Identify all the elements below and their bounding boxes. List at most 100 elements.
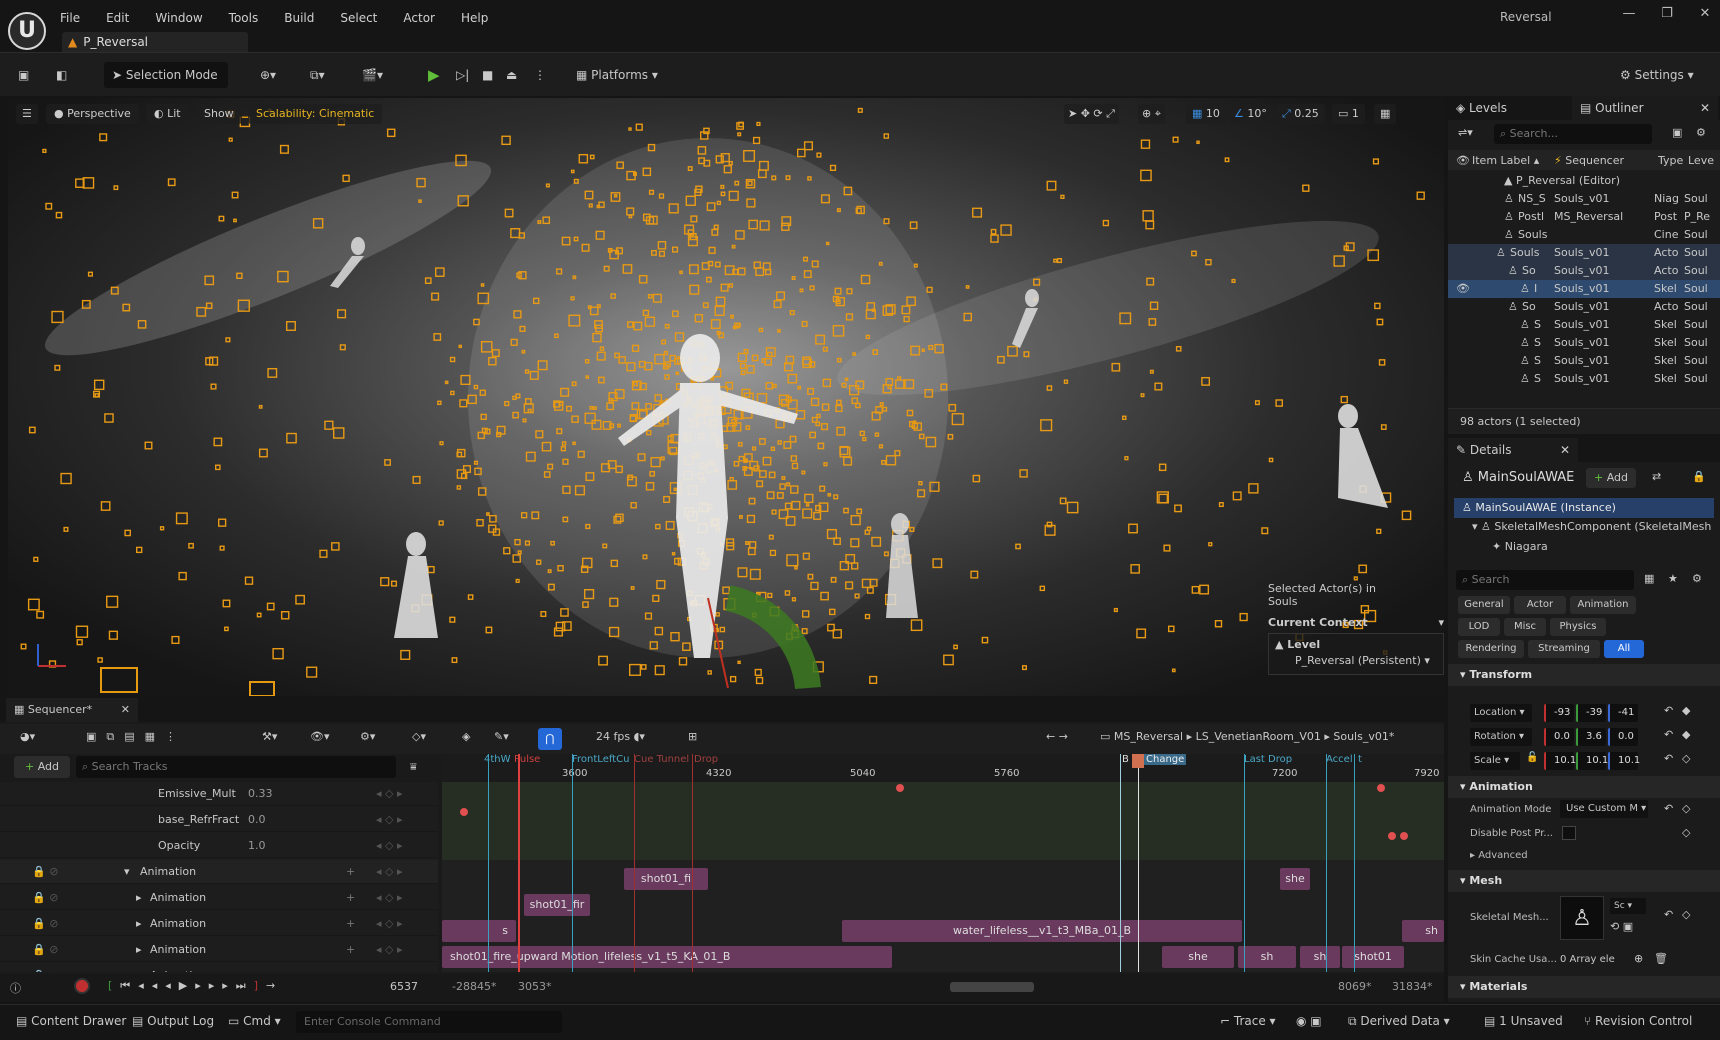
transport-controls[interactable]: [⏮◂◂◂▶▸▸▸⏭]→ [108,979,283,993]
breadcrumb-souls[interactable]: Souls_v01* [1333,730,1394,743]
snap-magnet-icon[interactable]: ⋂ [538,728,562,750]
marker-label[interactable]: FrontLeftCu [572,754,629,765]
marker-label[interactable]: Drop [694,754,718,765]
mesh-thumbnail[interactable]: ♙ [1560,896,1604,940]
track-animation[interactable]: 🔒 ⊘ ▸ Animation + ◂ ◇ ▸ [0,886,438,910]
scalability-warning[interactable]: Scalability: Cinematic [248,104,383,124]
output-log-button[interactable]: ▤ Output Log [132,1014,214,1028]
level-tab[interactable]: ▲ P_Reversal [62,32,248,52]
filter-general[interactable]: General [1458,596,1510,614]
anim-clip[interactable]: s [442,920,516,942]
outliner-settings-icon[interactable]: ⚙ [1696,126,1706,139]
console-input[interactable]: Enter Console Command [296,1011,562,1033]
col-level[interactable]: Leve [1688,154,1714,167]
view-start[interactable]: 3053* [518,980,552,993]
trace-button[interactable]: ⌐ Trace ▾ [1220,1014,1276,1028]
anim-clip[interactable]: shot01 [1342,946,1404,968]
step-icon[interactable]: ▷| [456,62,469,88]
record-icon[interactable]: ◉ ▣ [1296,1014,1322,1028]
lit-button[interactable]: ◐ Lit [146,104,189,124]
scale-dropdown[interactable]: Scale ▾ [1470,752,1520,770]
anim-clip[interactable]: she [1280,868,1310,890]
back-icon[interactable]: ← → [1046,730,1068,743]
lock-icon[interactable]: 🔒 ⊘ [32,964,58,972]
derived-data-button[interactable]: ⧉ Derived Data ▾ [1348,1014,1450,1029]
curve-editor-icon[interactable]: ⊞ [688,730,697,743]
track-animation[interactable]: 🔒 ⊘ ▸ Animation + ◂ ◇ ▸ [0,938,438,962]
world-local-icon[interactable]: ⊕ ⌖ [1138,104,1165,124]
col-type[interactable]: Type [1658,154,1683,167]
close-icon[interactable]: ✕ [1560,438,1570,462]
keyframe[interactable] [460,808,468,816]
anim-clip[interactable]: sh [1300,946,1340,968]
select-tool-icon[interactable]: ➤ ✥ ⟳ ⤢ [1064,104,1119,124]
track-animation-group[interactable]: 🔒 ⊘ ▾ Animation + ◂ ◇ ▸ [0,860,438,884]
advanced-expander[interactable]: ▸ Advanced [1470,850,1528,861]
section-transform[interactable]: ▾ Transform [1448,664,1720,686]
world-icon[interactable]: ◕▾ [20,730,35,743]
menu-tools[interactable]: Tools [229,11,259,25]
tab-sequencer[interactable]: ▦ Sequencer* ✕ [6,698,138,722]
anim-clip[interactable]: she [1162,946,1234,968]
blueprint-convert-icon[interactable]: ⇄ [1652,470,1661,483]
filter-icon[interactable]: ⩸ [410,760,417,774]
add-folder-icon[interactable]: ▣ [1672,126,1682,139]
filter-lod[interactable]: LOD [1458,618,1500,636]
outliner-row[interactable]: 👁 ♙ I Souls_v01 Skel Soul [1448,280,1720,298]
outliner-row[interactable]: ♙ Postl MS_Reversal Post P_Re [1448,208,1720,226]
anim-clip[interactable]: shot01_fire_upward Motion_lifeless_v1_t5… [442,946,892,968]
lock-ratio-icon[interactable]: 🔓 [1526,752,1538,763]
details-settings-icon[interactable]: ⚙ [1692,572,1702,585]
outliner-search-input[interactable]: ⌕ Search... [1494,124,1652,144]
keyframe[interactable] [1388,832,1396,840]
lock-icon[interactable]: 🔒 ⊘ [32,938,58,962]
content-drawer-button[interactable]: ▤ Content Drawer [16,1014,126,1028]
layout-icon[interactable]: ▦ [1374,104,1397,124]
view-options-icon[interactable]: 👁▾ [310,730,330,743]
outliner-root[interactable]: ▲ P_Reversal (Editor) [1448,172,1720,190]
add-element-icon[interactable]: ⊕ [1634,952,1643,965]
anim-clip[interactable]: sh [1402,920,1444,942]
filter-all[interactable]: All [1604,640,1644,658]
add-icon[interactable]: + [346,860,355,884]
keyframe[interactable] [1377,784,1385,792]
menu-build[interactable]: Build [284,11,314,25]
time-ruler[interactable]: 3600 4320 5040 5760 7200 7920 4thW Pulse… [442,754,1444,782]
camera-speed-button[interactable]: ▭ 1 [1332,104,1365,124]
keyframe-icon[interactable]: ◇ [1682,908,1690,921]
add-icon[interactable]: + [346,964,355,972]
range-end[interactable]: 31834* [1392,980,1433,993]
filter-misc[interactable]: Misc [1504,618,1546,636]
edit-icon[interactable]: ✎▾ [494,730,509,743]
sequencer-tools-icon[interactable]: ▣⧉▤▦⋮ [86,730,186,744]
keyframe[interactable] [1400,832,1408,840]
menu-window[interactable]: Window [155,11,202,25]
add-icon[interactable]: + [346,912,355,936]
keyframe-icon[interactable]: ◇ [1682,752,1690,765]
close-window-icon[interactable]: ✕ [1686,6,1720,21]
menu-select[interactable]: Select [340,11,377,25]
playhead-line[interactable] [1138,754,1139,972]
scale-y[interactable]: 10.1 [1576,752,1608,770]
outliner-row[interactable]: ♙ So Souls_v01 Acto Soul [1448,298,1720,316]
record-button[interactable] [74,978,90,994]
component-skeletal-mesh[interactable]: ▾ ♙ SkeletalMeshComponent (SkeletalMesh [1472,520,1711,533]
rotation-z[interactable]: 0.0 [1608,728,1638,746]
component-instance[interactable]: ♙ MainSoulAWAE (Instance) [1454,498,1714,518]
rotation-x[interactable]: 0.0 [1544,728,1574,746]
menu-help[interactable]: Help [461,11,488,25]
outliner-row[interactable]: ♙ Souls Cine Soul [1448,226,1720,244]
add-actor-icon[interactable]: ⊕▾ [260,62,276,88]
table-view-icon[interactable]: ▦ [1644,572,1654,585]
save-icon[interactable]: ▣ [18,62,29,88]
filter-streaming[interactable]: Streaming [1528,640,1600,658]
col-sequencer[interactable]: ⚡ Sequencer [1554,154,1624,167]
reset-icon[interactable]: ↶ [1664,752,1673,765]
marker-label[interactable]: Accel [1326,754,1353,765]
selection-mode-dropdown[interactable]: ➤ Selection Mode ▾ [104,62,228,108]
perspective-button[interactable]: ● Perspective [46,104,139,124]
marker-label[interactable]: t [1358,754,1362,765]
outliner-row[interactable]: ♙ S Souls_v01 Skel Soul [1448,316,1720,334]
section-animation[interactable]: ▾ Animation [1448,776,1720,798]
info-icon[interactable]: ⓘ [10,980,21,996]
